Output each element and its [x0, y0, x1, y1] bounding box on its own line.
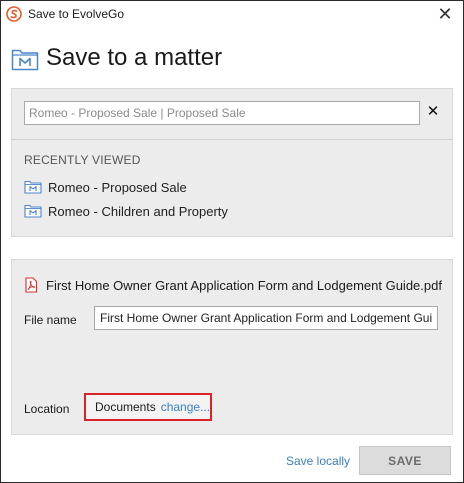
change-location-link[interactable]: change...	[161, 400, 210, 414]
pdf-icon	[25, 277, 38, 293]
clear-search-icon[interactable]: ✕	[425, 103, 441, 121]
location-highlight: Documents change...	[84, 393, 212, 421]
recent-item-label: Romeo - Proposed Sale	[48, 179, 187, 195]
file-name-label: File name	[24, 313, 77, 327]
save-dialog: Save to EvolveGo ✕ Save to a matter ✕ RE…	[0, 0, 464, 483]
page-title: Save to a matter	[46, 44, 223, 71]
recent-item-label: Romeo - Children and Property	[48, 203, 228, 219]
evolvego-logo-icon	[6, 6, 22, 22]
title-bar: Save to EvolveGo ✕	[1, 1, 463, 27]
divider	[12, 139, 452, 140]
file-info-row: First Home Owner Grant Application Form …	[24, 277, 442, 293]
matter-folder-icon	[11, 49, 39, 71]
matter-folder-icon	[24, 180, 42, 194]
window-title: Save to EvolveGo	[28, 7, 125, 21]
recent-item-proposed-sale[interactable]: Romeo - Proposed Sale	[24, 178, 187, 196]
close-icon[interactable]: ✕	[433, 3, 457, 25]
matter-search-input[interactable]	[24, 101, 420, 125]
save-button[interactable]: SAVE	[359, 446, 451, 475]
file-details-panel: First Home Owner Grant Application Form …	[11, 259, 453, 435]
recent-item-children-property[interactable]: Romeo - Children and Property	[24, 202, 228, 220]
recently-viewed-heading: RECENTLY VIEWED	[24, 153, 141, 167]
matter-search-panel: ✕ RECENTLY VIEWED Romeo - Proposed Sale …	[11, 88, 453, 237]
file-name-field[interactable]	[94, 306, 438, 330]
location-value: Documents	[95, 400, 156, 414]
file-name-text: First Home Owner Grant Application Form …	[46, 277, 442, 293]
save-locally-link[interactable]: Save locally	[286, 454, 350, 468]
location-label: Location	[24, 402, 70, 416]
matter-folder-icon	[24, 204, 42, 218]
